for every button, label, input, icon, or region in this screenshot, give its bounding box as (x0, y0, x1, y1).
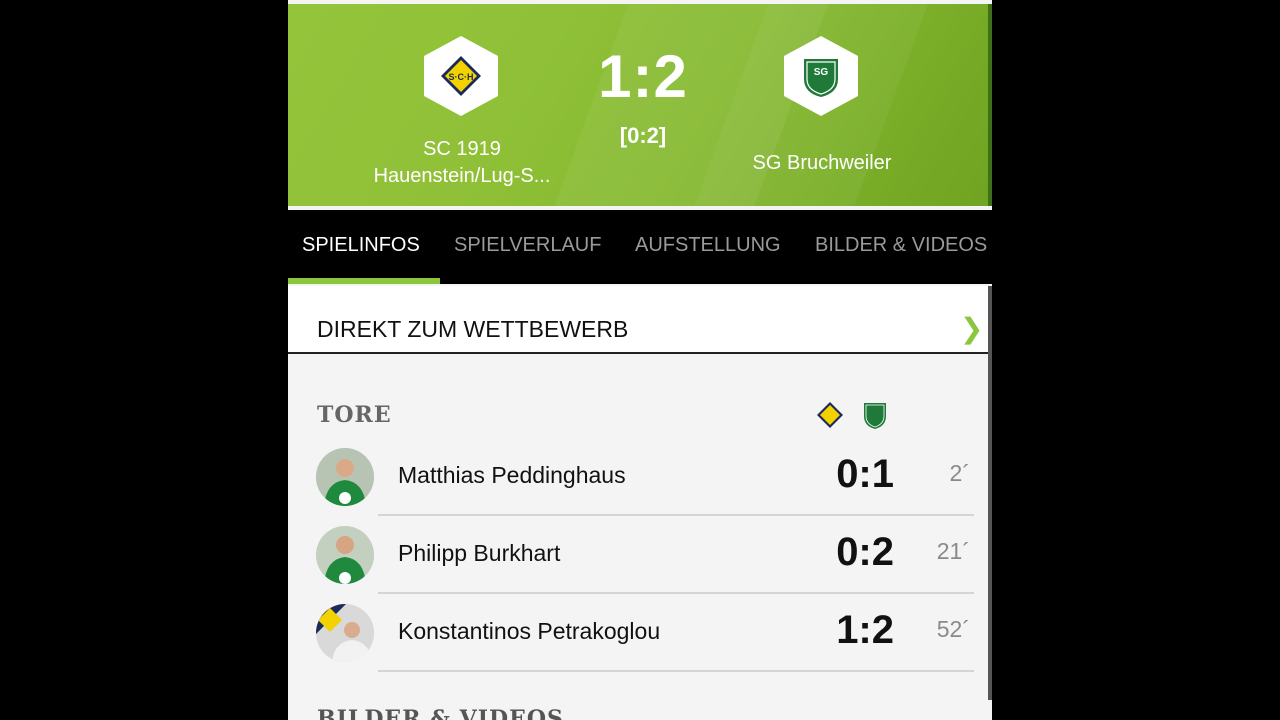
svg-text:SG: SG (814, 67, 829, 78)
away-team-logo[interactable]: SG (784, 36, 858, 116)
goals-section-title: TORE (317, 402, 392, 428)
match-score: 1:2 (598, 43, 688, 110)
competition-link[interactable]: DIREKT ZUM WETTBEWERB ❯ (288, 286, 992, 354)
player-name: Matthias Peddinghaus (398, 462, 626, 488)
tab-spielinfos[interactable]: SPIELINFOS (302, 234, 420, 257)
goal-minute: 52´ (936, 616, 970, 642)
tab-aufstellung[interactable]: AUFSTELLUNG (635, 234, 781, 257)
away-mini-logo (860, 400, 890, 430)
home-crest-icon: S·C·H (441, 56, 481, 96)
away-crest-icon: SG (804, 59, 838, 97)
goal-minute: 21´ (936, 538, 970, 564)
away-crest-icon (864, 403, 886, 429)
row-divider (378, 670, 974, 672)
home-crest-icon (817, 402, 843, 428)
media-section-title: BILDER & VIDEOS (317, 706, 564, 720)
competition-link-label: DIREKT ZUM WETTBEWERB (317, 316, 629, 342)
tab-bilder-videos[interactable]: BILDER & VIDEOS (815, 234, 987, 257)
row-divider (378, 514, 974, 516)
header-edge (988, 4, 992, 206)
goal-row[interactable]: Konstantinos Petrakoglou 1:2 52´ (288, 604, 992, 682)
tab-bar: SPIELINFOS SPIELVERLAUF AUFSTELLUNG BILD… (288, 210, 992, 284)
goal-row[interactable]: Philipp Burkhart 0:2 21´ (288, 526, 992, 604)
halftime-score: [0:2] (619, 123, 667, 148)
match-header: S·C·H 1:2 [0:2] SG SC 1919 Hauenstein/Lu… (288, 4, 992, 206)
home-team-name-text: SC 1919 Hauenstein/Lug-S... (373, 138, 551, 187)
goal-score: 1:2 (836, 608, 894, 652)
goal-score: 0:2 (836, 530, 894, 574)
home-team-name[interactable]: SC 1919 Hauenstein/Lug-S... (348, 136, 576, 190)
app-screen: S·C·H 1:2 [0:2] SG SC 1919 Hauenstein/Lu… (288, 0, 992, 720)
player-name: Philipp Burkhart (398, 540, 561, 566)
scrollbar[interactable] (988, 286, 992, 700)
goal-minute: 2´ (949, 460, 970, 486)
chevron-right-icon: ❯ (960, 313, 984, 344)
player-avatar (316, 526, 374, 584)
row-divider (378, 592, 974, 594)
away-team-name[interactable]: SG Bruchweiler (718, 150, 926, 177)
tab-spielverlauf[interactable]: SPIELVERLAUF (454, 234, 601, 257)
player-avatar (316, 604, 374, 662)
player-name: Konstantinos Petrakoglou (398, 618, 661, 644)
goal-row[interactable]: Matthias Peddinghaus 0:1 2´ (288, 448, 992, 526)
goal-score: 0:1 (836, 452, 894, 496)
svg-text:S·C·H: S·C·H (449, 72, 474, 82)
home-team-logo[interactable]: S·C·H (424, 36, 498, 116)
home-mini-logo (815, 400, 845, 430)
active-tab-indicator (288, 278, 440, 284)
player-avatar (316, 448, 374, 506)
